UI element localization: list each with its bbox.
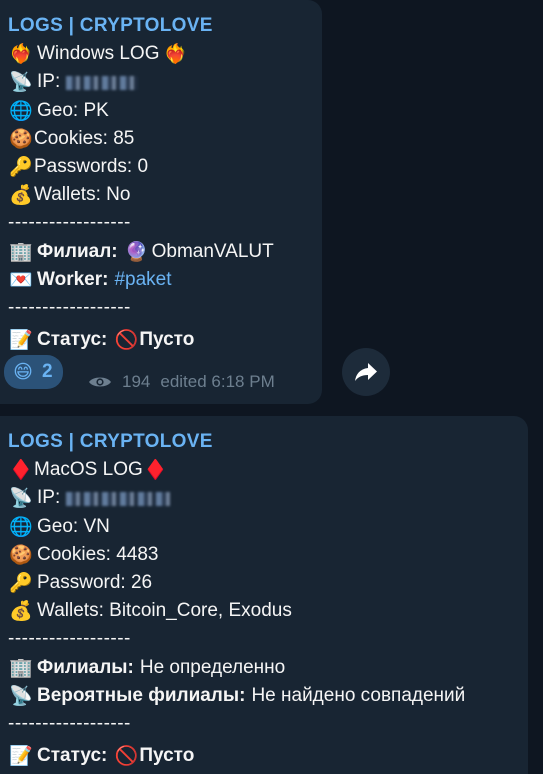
geo-text: Geo: PK — [37, 99, 109, 121]
money-bag-icon: 💰 — [9, 184, 33, 207]
prohibited-icon: 🚫 — [114, 329, 139, 352]
separator: ------------------ — [8, 628, 131, 650]
wallets-text: Wallets: No — [34, 184, 131, 206]
eye-icon — [89, 377, 111, 387]
probable-branches-line: 📡 Вероятные филиалы: Не найдено совпаден… — [8, 682, 520, 710]
passwords-line: 🔑 Passwords: 0 — [8, 153, 314, 181]
cookie-icon: 🍪 — [9, 543, 33, 566]
heart-on-fire-icon: ❤️‍🔥 — [9, 43, 33, 66]
edited-time: edited 6:18 PM — [160, 372, 275, 391]
crystal-ball-icon: 🔮 — [124, 240, 149, 263]
satellite-antenna-icon: 📡 — [9, 487, 33, 510]
branches-line: 🏢 Филиалы: Не определенно — [8, 654, 520, 682]
money-bag-icon: 💰 — [9, 600, 33, 623]
love-letter-icon: 💌 — [9, 268, 33, 291]
key-icon: 🔑 — [9, 572, 33, 595]
branch-line: 🏢 Филиал: 🔮 ObmanVALUT — [8, 238, 314, 266]
wallets-text: Wallets: Bitcoin_Core, Exodus — [37, 600, 292, 622]
log-title: MacOS LOG — [34, 459, 143, 481]
ip-label: IP: — [37, 487, 61, 509]
prohibited-icon: 🚫 — [114, 745, 139, 768]
status-value: Пусто — [139, 329, 195, 351]
geo-text: Geo: VN — [37, 515, 110, 537]
cookie-icon: 🍪 — [9, 127, 33, 150]
reaction-count: 2 — [42, 361, 53, 382]
status-value: Пусто — [139, 745, 195, 767]
separator: ------------------ — [8, 212, 131, 234]
status-line: 📝 Статус: 🚫 Пусто — [8, 326, 314, 354]
sender-name[interactable]: LOGS | CRYPTOLOVE — [8, 428, 520, 456]
office-building-icon: 🏢 — [9, 240, 33, 263]
probable-branches-value: Не найдено совпадений — [251, 684, 466, 706]
forward-button[interactable] — [342, 348, 390, 396]
password-text: Password: 26 — [37, 572, 153, 594]
message-bubble-2[interactable]: LOGS | CRYPTOLOVE ♦️ MacOS LOG ♦️ 📡 IP: … — [0, 416, 528, 774]
cookies-line: 🍪 Cookies: 4483 — [8, 541, 520, 569]
blurred-ip — [66, 75, 139, 90]
cookies-line: 🍪 Cookies: 85 — [8, 125, 314, 153]
heart-on-fire-icon: ❤️‍🔥 — [163, 43, 188, 66]
geo-line: 🌐 Geo: VN — [8, 513, 520, 541]
sender-name[interactable]: LOGS | CRYPTOLOVE — [8, 12, 314, 40]
passwords-text: Passwords: 0 — [34, 156, 149, 178]
wallets-line: 💰 Wallets: Bitcoin_Core, Exodus — [8, 597, 520, 625]
satellite-antenna-icon: 📡 — [9, 684, 33, 707]
ip-label: IP: — [37, 71, 61, 93]
separator: ------------------ — [8, 713, 131, 735]
satellite-antenna-icon: 📡 — [9, 71, 33, 94]
forward-arrow-icon — [355, 363, 377, 381]
worker-label: Worker: — [37, 268, 109, 290]
memo-icon: 📝 — [9, 745, 33, 768]
branch-value: ObmanVALUT — [151, 240, 274, 262]
globe-icon: 🌐 — [9, 99, 33, 122]
cookies-text: Cookies: 85 — [34, 127, 135, 149]
branches-value: Не определенно — [139, 656, 286, 678]
red-diamond-icon: ♦️ — [143, 459, 168, 482]
office-building-icon: 🏢 — [9, 656, 33, 679]
geo-line: 🌐 Geo: PK — [8, 97, 314, 125]
grinning-face-icon: 😄 — [13, 361, 33, 383]
branches-label: Филиалы: — [37, 656, 134, 678]
probable-branches-label: Вероятные филиалы: — [37, 684, 246, 706]
separator: ------------------ — [8, 297, 131, 319]
cookies-text: Cookies: 4483 — [37, 543, 159, 565]
status-line: 📝 Статус: 🚫 Пусто — [8, 742, 520, 770]
view-count: 194 — [122, 372, 151, 391]
reactions-row: 😄 2 — [4, 355, 63, 389]
message-meta: 194 edited 6:18 PM — [88, 372, 275, 392]
worker-line: 💌 Worker: #paket — [8, 266, 314, 294]
ip-line: 📡 IP: — [8, 68, 314, 96]
memo-icon: 📝 — [9, 329, 33, 352]
key-icon: 🔑 — [9, 156, 33, 179]
password-line: 🔑 Password: 26 — [8, 569, 520, 597]
ip-line: 📡 IP: — [8, 484, 520, 512]
log-title: Windows LOG — [37, 43, 160, 65]
wallets-line: 💰 Wallets: No — [8, 181, 314, 209]
blurred-ip — [66, 491, 171, 506]
globe-icon: 🌐 — [9, 515, 33, 538]
red-diamond-icon: ♦️ — [9, 459, 33, 482]
reaction-chip[interactable]: 😄 2 — [4, 355, 63, 389]
branch-label: Филиал: — [37, 240, 118, 262]
worker-hashtag-link[interactable]: #paket — [114, 266, 171, 294]
status-label: Статус: — [37, 745, 108, 767]
log-title-line: ♦️ MacOS LOG ♦️ — [8, 456, 520, 484]
status-label: Статус: — [37, 329, 108, 351]
message-bubble-1[interactable]: LOGS | CRYPTOLOVE ❤️‍🔥 Windows LOG ❤️‍🔥 … — [0, 0, 322, 404]
log-title-line: ❤️‍🔥 Windows LOG ❤️‍🔥 — [8, 40, 314, 68]
